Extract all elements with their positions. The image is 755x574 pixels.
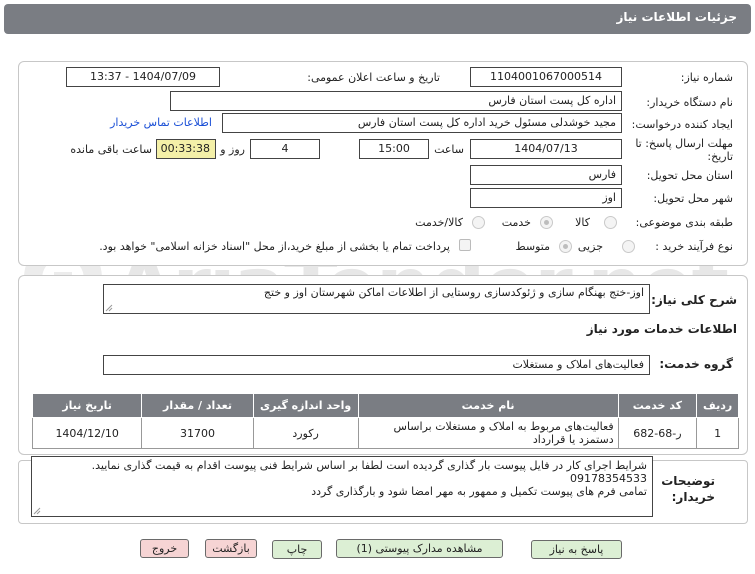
- exit-button[interactable]: خروج: [140, 539, 189, 558]
- summary-resize-handle-icon[interactable]: [105, 304, 113, 312]
- province-label: استان محل تحویل:: [646, 169, 733, 182]
- notes-resize-handle-icon[interactable]: [33, 507, 41, 515]
- treasury-payment-note: پرداخت تمام یا بخشی از مبلغ خرید،از محل …: [99, 240, 450, 253]
- buyer-field: اداره کل پست استان فارس: [170, 91, 622, 111]
- process-option-minor: جزیی: [577, 240, 603, 253]
- reply-button[interactable]: پاسخ به نیاز: [531, 540, 622, 559]
- notes-line-2: 09178354533: [570, 472, 647, 485]
- deadline-date-sublabel: تاریخ:: [707, 150, 733, 163]
- cell-row: 1: [696, 417, 739, 449]
- time-remaining-label: ساعت باقی مانده: [70, 143, 152, 156]
- cell-qty: 31700: [141, 417, 254, 449]
- process-label: نوع فرآیند خرید :: [655, 240, 733, 253]
- days-remaining-field: 4: [250, 139, 320, 159]
- process-radio-minor[interactable]: [622, 240, 635, 253]
- deadline-time-label: ساعت: [434, 143, 464, 156]
- table-row: 1 ر-68-682 فعالیت‌های مربوط به املاک و م…: [31, 417, 739, 449]
- process-option-medium: متوسط: [515, 240, 550, 253]
- deadline-label: مهلت ارسال پاسخ: تا: [635, 137, 733, 150]
- col-date-header: تاریخ نیاز: [31, 393, 143, 418]
- category-option-service: خدمت: [501, 216, 531, 229]
- services-section-title: اطلاعات خدمات مورد نیاز: [586, 322, 737, 336]
- cell-date: 1404/12/10: [31, 417, 143, 449]
- province-field: فارس: [470, 165, 622, 185]
- back-button[interactable]: بازگشت: [205, 539, 257, 558]
- category-radio-goods[interactable]: [604, 216, 617, 229]
- time-remaining-field: 00:33:38: [156, 139, 216, 159]
- print-button[interactable]: چاپ: [272, 540, 322, 559]
- services-table: ردیف کد خدمت نام خدمت واحد اندازه گیری ت…: [31, 393, 739, 449]
- col-qty-header: تعداد / مقدار: [141, 393, 254, 418]
- summary-field: اوز-ختج بهنگام سازی و ژئوکدسازی روستایی …: [103, 284, 650, 314]
- category-radio-goods-service[interactable]: [472, 216, 485, 229]
- col-unit-header: واحد اندازه گیری: [252, 393, 359, 418]
- creator-field: مجید خوشدلی مسئول خرید اداره کل پست استا…: [222, 113, 622, 133]
- city-field: اوز: [470, 188, 622, 208]
- category-label: طبقه بندی موضوعی:: [635, 216, 733, 229]
- category-option-goods-service: کالا/خدمت: [415, 216, 463, 229]
- city-label: شهر محل تحویل:: [653, 192, 733, 205]
- creator-label: ایجاد کننده درخواست:: [631, 118, 733, 131]
- service-group-field: فعالیت‌های املاک و مستغلات: [103, 355, 650, 375]
- notes-field: شرایط اجرای کار در فایل پیوست بار گذاری …: [31, 456, 653, 517]
- notes-label: توضیحات: [661, 474, 715, 488]
- col-name-header: نام خدمت: [357, 393, 619, 418]
- page-header: جزئیات اطلاعات نیاز: [4, 4, 751, 34]
- notes-line-1: شرایط اجرای کار در فایل پیوست بار گذاری …: [91, 459, 647, 472]
- announce-date-field: 1404/07/09 - 13:37: [66, 67, 220, 87]
- col-row-header: ردیف: [696, 393, 739, 418]
- process-radio-medium[interactable]: [559, 240, 572, 253]
- need-number-label: شماره نیاز:: [680, 71, 733, 84]
- announce-date-label: تاریخ و ساعت اعلان عمومی:: [307, 71, 440, 84]
- buyer-label: نام دستگاه خریدار:: [646, 96, 733, 109]
- summary-label: شرح کلی نیاز:: [651, 293, 737, 307]
- view-attachments-button[interactable]: مشاهده مدارک پیوستی (1): [336, 539, 503, 558]
- col-code-header: کد خدمت: [617, 393, 698, 418]
- days-label: روز و: [220, 143, 245, 156]
- service-group-label: گروه خدمت:: [659, 357, 733, 371]
- table-header-row: ردیف کد خدمت نام خدمت واحد اندازه گیری ت…: [31, 393, 739, 418]
- deadline-date-field: 1404/07/13: [470, 139, 622, 159]
- services-table-wrap: ردیف کد خدمت نام خدمت واحد اندازه گیری ت…: [31, 393, 739, 449]
- page-title: جزئیات اطلاعات نیاز: [616, 10, 737, 24]
- treasury-payment-checkbox[interactable]: [459, 239, 471, 251]
- cell-code: ر-68-682: [617, 417, 698, 449]
- need-number-field: 1104001067000514: [470, 67, 622, 87]
- notes-label-buyer: خریدار:: [671, 490, 715, 504]
- category-radio-service[interactable]: [540, 216, 553, 229]
- cell-unit: رکورد: [252, 417, 359, 449]
- deadline-time-field: 15:00: [359, 139, 429, 159]
- cell-name: فعالیت‌های مربوط به املاک و مستغلات براس…: [357, 417, 619, 449]
- category-option-goods: کالا: [575, 216, 590, 229]
- buyer-contact-link[interactable]: اطلاعات تماس خریدار: [110, 116, 212, 129]
- notes-line-3: تمامی فرم های پیوست تکمیل و ممهور به مهر…: [311, 485, 647, 498]
